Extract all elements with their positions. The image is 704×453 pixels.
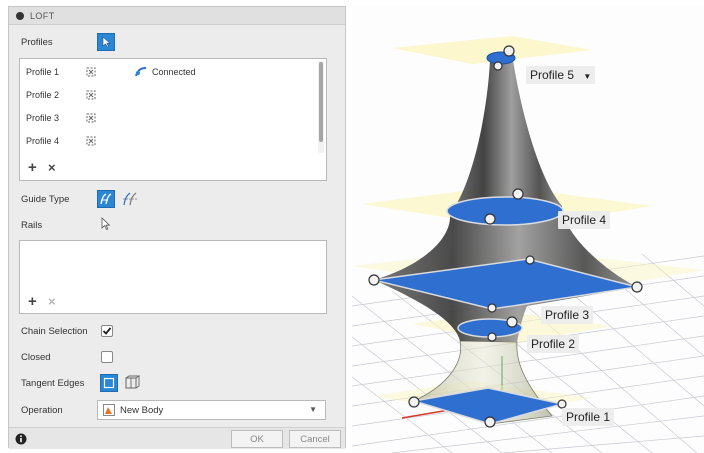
dialog-titlebar: LOFT <box>9 7 345 25</box>
operation-select[interactable]: New Body ▼ <box>97 400 326 420</box>
profile-1-label[interactable]: Profile 1 <box>562 408 615 426</box>
cancel-button[interactable]: Cancel <box>289 430 341 448</box>
operation-value: New Body <box>120 404 164 416</box>
connected-status: Connected <box>152 67 196 77</box>
loft-dialog: LOFT Profiles Profile 1 Profile 2 Profil… <box>8 6 346 449</box>
dialog-title: LOFT <box>30 10 55 21</box>
tangent-edges-label: Tangent Edges <box>21 378 85 389</box>
rails-list[interactable]: + × <box>19 240 327 314</box>
closed-checkbox[interactable] <box>101 351 113 363</box>
profile-4-shape[interactable] <box>446 196 564 226</box>
cursor-arrow-icon <box>102 36 111 48</box>
add-rail-button[interactable]: + <box>28 293 37 310</box>
scrollbar-thumb[interactable] <box>319 62 323 142</box>
profiles-label: Profiles <box>21 37 53 48</box>
chain-selection-checkbox[interactable] <box>101 325 113 337</box>
operation-label: Operation <box>21 405 63 416</box>
centerline-icon[interactable] <box>121 191 139 207</box>
rails-select-cursor-icon[interactable] <box>100 217 112 231</box>
point-endpoint-icon[interactable] <box>84 88 98 102</box>
profile-label: Profile 2 <box>26 90 60 100</box>
remove-profile-button[interactable]: × <box>48 160 56 175</box>
profile-4-label[interactable]: Profile 4 <box>558 211 611 229</box>
point-endpoint-icon[interactable] <box>84 65 98 79</box>
profile-5-label[interactable]: Profile 5 ▼ <box>526 66 596 84</box>
profiles-list[interactable]: Profile 1 Profile 2 Profile 3 Profile 4 <box>19 58 327 181</box>
merge-faces-icon <box>103 377 115 389</box>
profile-label: Profile 3 <box>26 113 60 123</box>
chevron-down-icon[interactable]: ▼ <box>583 72 591 81</box>
remove-rail-button[interactable]: × <box>48 294 56 309</box>
chevron-down-icon: ▼ <box>309 405 317 414</box>
dialog-footer: OK Cancel <box>9 427 345 449</box>
point-endpoint-icon[interactable] <box>84 134 98 148</box>
add-profile-button[interactable]: + <box>28 159 37 176</box>
list-item[interactable]: Profile 4 <box>26 134 59 148</box>
list-item[interactable]: Profile 2 <box>26 88 59 102</box>
viewport-3d[interactable]: Profile 5 ▼ Profile 4 Profile 3 Profile … <box>352 6 704 453</box>
tangent-edges-merge-button[interactable] <box>100 374 118 392</box>
profile-label: Profile 4 <box>26 136 60 146</box>
guide-type-label: Guide Type <box>21 194 70 205</box>
list-item[interactable]: Profile 3 <box>26 111 59 125</box>
collapse-dot-icon[interactable] <box>16 11 24 20</box>
closed-label: Closed <box>21 352 51 363</box>
ok-button[interactable]: OK <box>231 430 283 448</box>
rails-label: Rails <box>21 220 43 231</box>
profiles-select-button[interactable] <box>97 33 115 51</box>
keep-edges-icon[interactable] <box>124 375 140 391</box>
profile-label: Profile 1 <box>26 67 60 77</box>
profile-2-label[interactable]: Profile 2 <box>527 335 580 353</box>
connected-icon[interactable] <box>134 65 148 79</box>
checkmark-icon <box>102 327 112 335</box>
guide-type-rails-button[interactable] <box>97 190 115 208</box>
info-icon[interactable] <box>15 433 27 445</box>
point-endpoint-icon[interactable] <box>84 111 98 125</box>
profile-5-label-text: Profile 5 <box>530 68 575 82</box>
new-body-icon <box>103 404 115 416</box>
rails-icon <box>100 193 112 205</box>
list-item[interactable]: Profile 1 <box>26 65 59 79</box>
profile-3-label[interactable]: Profile 3 <box>541 306 594 324</box>
chain-selection-label: Chain Selection <box>21 326 88 337</box>
